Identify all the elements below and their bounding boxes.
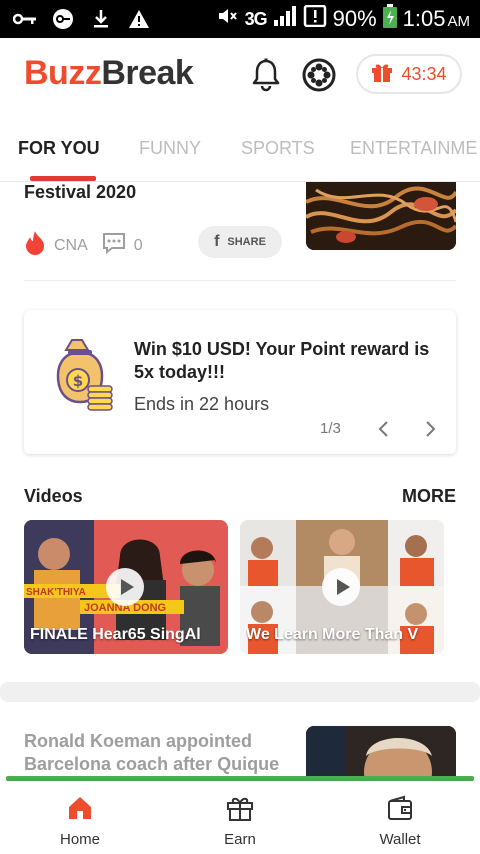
warning-icon xyxy=(126,6,152,32)
comment-count: 0 xyxy=(133,236,143,254)
nav-earn[interactable]: Earn xyxy=(180,781,300,854)
news-item[interactable]: Festival 2020 CNA 0 f SHARE xyxy=(0,182,480,282)
signal-icon xyxy=(273,5,297,33)
vpn-icon xyxy=(50,6,76,32)
download-icon xyxy=(88,6,114,32)
tab-entertainment[interactable]: ENTERTAINME xyxy=(350,138,477,159)
promo-card[interactable]: $ Win $10 USD! Your Point reward is 5x t… xyxy=(24,310,456,454)
active-tab-indicator xyxy=(30,176,96,181)
key-icon xyxy=(12,6,38,32)
promo-headline: Win $10 USD! Your Point reward is 5x tod… xyxy=(134,339,430,382)
app-header: BuzzBreak 43:34 xyxy=(0,38,480,112)
app-logo: BuzzBreak xyxy=(24,54,194,92)
gift-icon xyxy=(226,795,254,821)
bell-icon[interactable] xyxy=(250,58,282,92)
videos-header: Videos MORE xyxy=(24,486,456,508)
section-separator xyxy=(0,682,480,702)
video-overlay-text-1: SHAK'THIYA xyxy=(26,587,86,598)
videos-label: Videos xyxy=(24,486,83,506)
divider xyxy=(24,280,456,281)
comment-icon[interactable] xyxy=(102,232,126,259)
mute-icon xyxy=(217,6,239,32)
nav-label: Earn xyxy=(224,831,256,848)
nav-label: Wallet xyxy=(379,831,421,848)
reward-timer-button[interactable]: 43:34 xyxy=(356,54,462,94)
play-icon[interactable] xyxy=(322,568,360,606)
network-type: 3G xyxy=(244,8,268,29)
home-icon xyxy=(66,795,94,821)
category-tabs: FOR YOU FUNNY SPORTS ENTERTAINME xyxy=(0,112,480,182)
play-icon[interactable] xyxy=(106,568,144,606)
battery-percent: 90% xyxy=(332,6,377,31)
facebook-share-button[interactable]: f SHARE xyxy=(198,226,282,258)
video-caption: FINALE Hear65 SingAl xyxy=(30,626,201,643)
money-bag-icon: $ xyxy=(46,336,118,412)
news-meta: CNA 0 xyxy=(24,230,143,261)
svg-text:$: $ xyxy=(73,372,83,390)
sim-alert-icon xyxy=(303,4,327,33)
news-thumbnail[interactable] xyxy=(306,726,456,780)
news-title[interactable]: Festival 2020 xyxy=(24,182,136,203)
nav-label: Home xyxy=(59,831,100,848)
facebook-icon: f xyxy=(214,233,220,250)
gift-icon xyxy=(371,61,393,88)
video-card[interactable]: SHAK'THIYA JOANNA DONG FINALE Hear65 Sin… xyxy=(24,520,228,654)
tab-funny[interactable]: FUNNY xyxy=(139,138,201,159)
news-title[interactable]: Ronald Koeman appointed Barcelona coach … xyxy=(24,730,294,776)
news-source: CNA xyxy=(54,236,88,254)
videos-more-link[interactable]: MORE xyxy=(402,486,456,507)
video-caption: We Learn More Than V xyxy=(246,626,419,643)
tab-for-you[interactable]: FOR YOU xyxy=(18,138,100,159)
fire-icon xyxy=(24,230,46,261)
battery-icon xyxy=(382,4,397,34)
film-reel-icon[interactable] xyxy=(302,58,336,92)
tab-sports[interactable]: SPORTS xyxy=(241,138,315,159)
promo-countdown: Ends in 22 hours xyxy=(134,394,270,414)
chevron-left-icon[interactable] xyxy=(376,420,392,438)
wallet-icon xyxy=(386,795,414,821)
bottom-navigation: Home Earn Wallet xyxy=(0,781,480,854)
video-card[interactable]: We Learn More Than V xyxy=(240,520,444,654)
timer-text: 43:34 xyxy=(401,63,447,84)
clock: 1:05 xyxy=(402,6,446,31)
chevron-right-icon[interactable] xyxy=(422,420,438,438)
promo-pager: 1/3 xyxy=(320,420,341,437)
nav-wallet[interactable]: Wallet xyxy=(340,781,460,854)
clock-ampm: AM xyxy=(447,13,471,30)
news-thumbnail[interactable] xyxy=(306,182,456,250)
status-bar: 3G 90% 1:05 AM xyxy=(0,0,480,38)
nav-home[interactable]: Home xyxy=(20,781,140,854)
share-label: SHARE xyxy=(227,236,266,248)
